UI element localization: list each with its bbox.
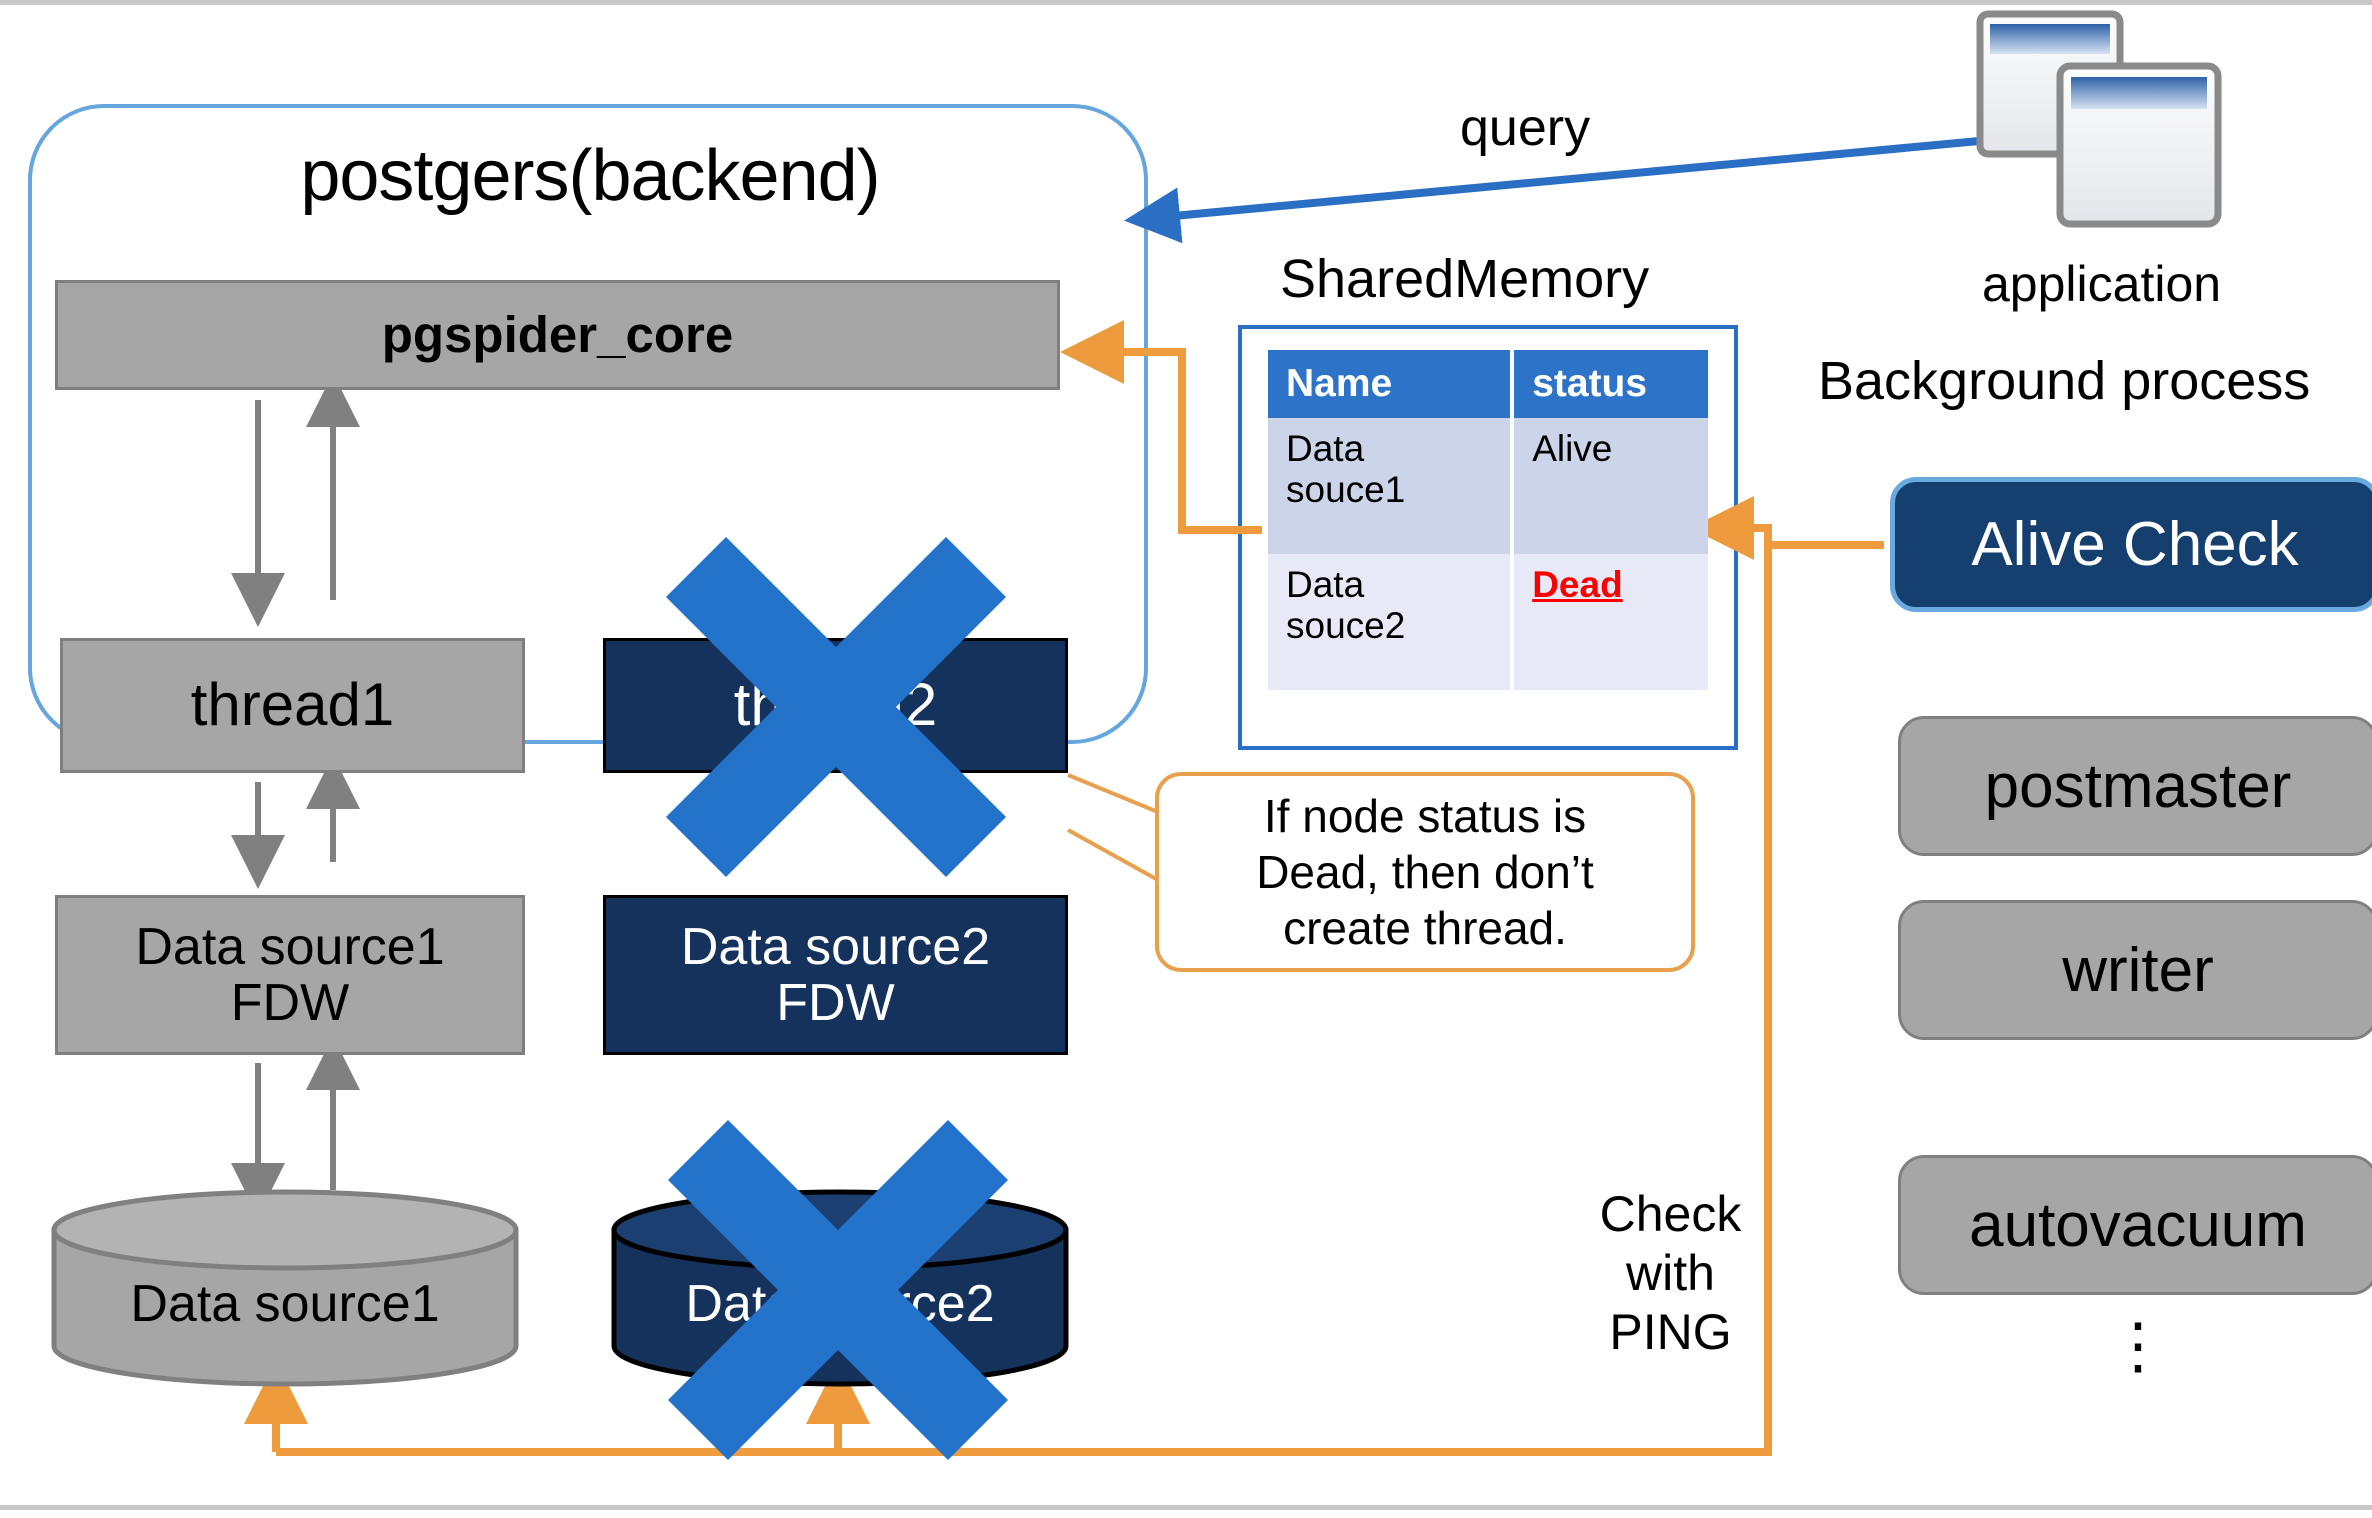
shared-memory-table: Name status Data souce1 Alive Data souce… — [1268, 350, 1708, 690]
alive-check-box[interactable]: Alive Check — [1890, 477, 2372, 612]
callout-line1: If node status is — [1263, 789, 1587, 842]
bottom-divider — [0, 1505, 2372, 1510]
background-process-label: Background process — [1818, 351, 2311, 411]
autovacuum-label: autovacuum — [1969, 1190, 2307, 1260]
callout-line3: create thread. — [1283, 902, 1567, 955]
backend-title: postgers(backend) — [300, 136, 880, 216]
ds2-fdw-line1: Data source2 — [680, 917, 991, 976]
data-source2-cylinder[interactable]: Data source2 — [610, 1188, 1070, 1388]
row2-name-line2: souce2 — [1286, 605, 1406, 647]
data-source1-fdw-box[interactable]: Data source1 FDW — [55, 895, 525, 1055]
postmaster-box[interactable]: postmaster — [1898, 716, 2372, 856]
check-with-ping-text: Check with PING — [1599, 1186, 1742, 1360]
ds2-fdw-line2: FDW — [776, 974, 895, 1032]
cell-status: Alive — [1512, 418, 1708, 554]
data-source2-fdw-box[interactable]: Data source2 FDW — [603, 895, 1068, 1055]
check-with-ping-label: Check with PING — [1578, 1185, 1763, 1362]
column-header-status: status — [1512, 350, 1708, 418]
database-cylinder-icon — [51, 1189, 519, 1387]
data-source1-cylinder[interactable]: Data source1 — [50, 1188, 520, 1388]
diagram-canvas: postgers(backend) pgspider_core thread1 … — [0, 0, 2372, 1518]
application-label: application — [1982, 256, 2222, 312]
row1-name-line1: Data — [1286, 428, 1365, 469]
shared-memory-label: SharedMemory — [1280, 249, 1650, 309]
writer-label: writer — [2062, 935, 2214, 1005]
ds1-fdw-line1: Data source1 — [135, 917, 445, 976]
application-windows-icon — [1976, 10, 2222, 228]
row1-name-line2: souce1 — [1286, 469, 1406, 511]
process-list-ellipsis: ⋮ — [2107, 1312, 2169, 1381]
dead-node-callout: If node status is Dead, then don’t creat… — [1155, 772, 1695, 972]
database-cylinder-icon — [611, 1189, 1069, 1387]
thread2-box[interactable]: thread2 — [603, 638, 1068, 773]
application-icon-group[interactable] — [1972, 8, 2242, 248]
table-row[interactable]: Data souce2 Dead — [1268, 554, 1708, 690]
data-source2-fdw-label: Data source2 FDW — [681, 919, 990, 1031]
postmaster-label: postmaster — [1984, 751, 2292, 821]
status-badge: Alive — [1532, 428, 1613, 469]
pgspider-core-box[interactable]: pgspider_core — [55, 280, 1060, 390]
data-source1-fdw-label: Data source1 FDW — [135, 919, 444, 1031]
cell-status: Dead — [1512, 554, 1708, 690]
status-badge: Dead — [1532, 564, 1623, 605]
thread1-box[interactable]: thread1 — [60, 638, 525, 773]
thread1-label: thread1 — [190, 671, 395, 739]
pgspider-core-label: pgspider_core — [381, 306, 734, 364]
alive-check-label: Alive Check — [1971, 510, 2299, 579]
table-row[interactable]: Data souce1 Alive — [1268, 418, 1708, 554]
table-header-row: Name status — [1268, 350, 1708, 418]
row2-name-line1: Data — [1286, 564, 1365, 605]
cell-name: Data souce2 — [1268, 554, 1515, 690]
ds1-fdw-line2: FDW — [230, 974, 350, 1032]
query-label: query — [1460, 99, 1591, 157]
cell-name: Data souce1 — [1268, 418, 1515, 554]
column-header-name: Name — [1268, 350, 1515, 418]
thread2-label: thread2 — [733, 671, 938, 739]
top-divider — [0, 0, 2372, 5]
writer-box[interactable]: writer — [1898, 900, 2372, 1040]
callout-text: If node status is Dead, then don’t creat… — [1256, 788, 1594, 956]
callout-line2: Dead, then don’t — [1256, 845, 1594, 898]
autovacuum-box[interactable]: autovacuum — [1898, 1155, 2372, 1295]
